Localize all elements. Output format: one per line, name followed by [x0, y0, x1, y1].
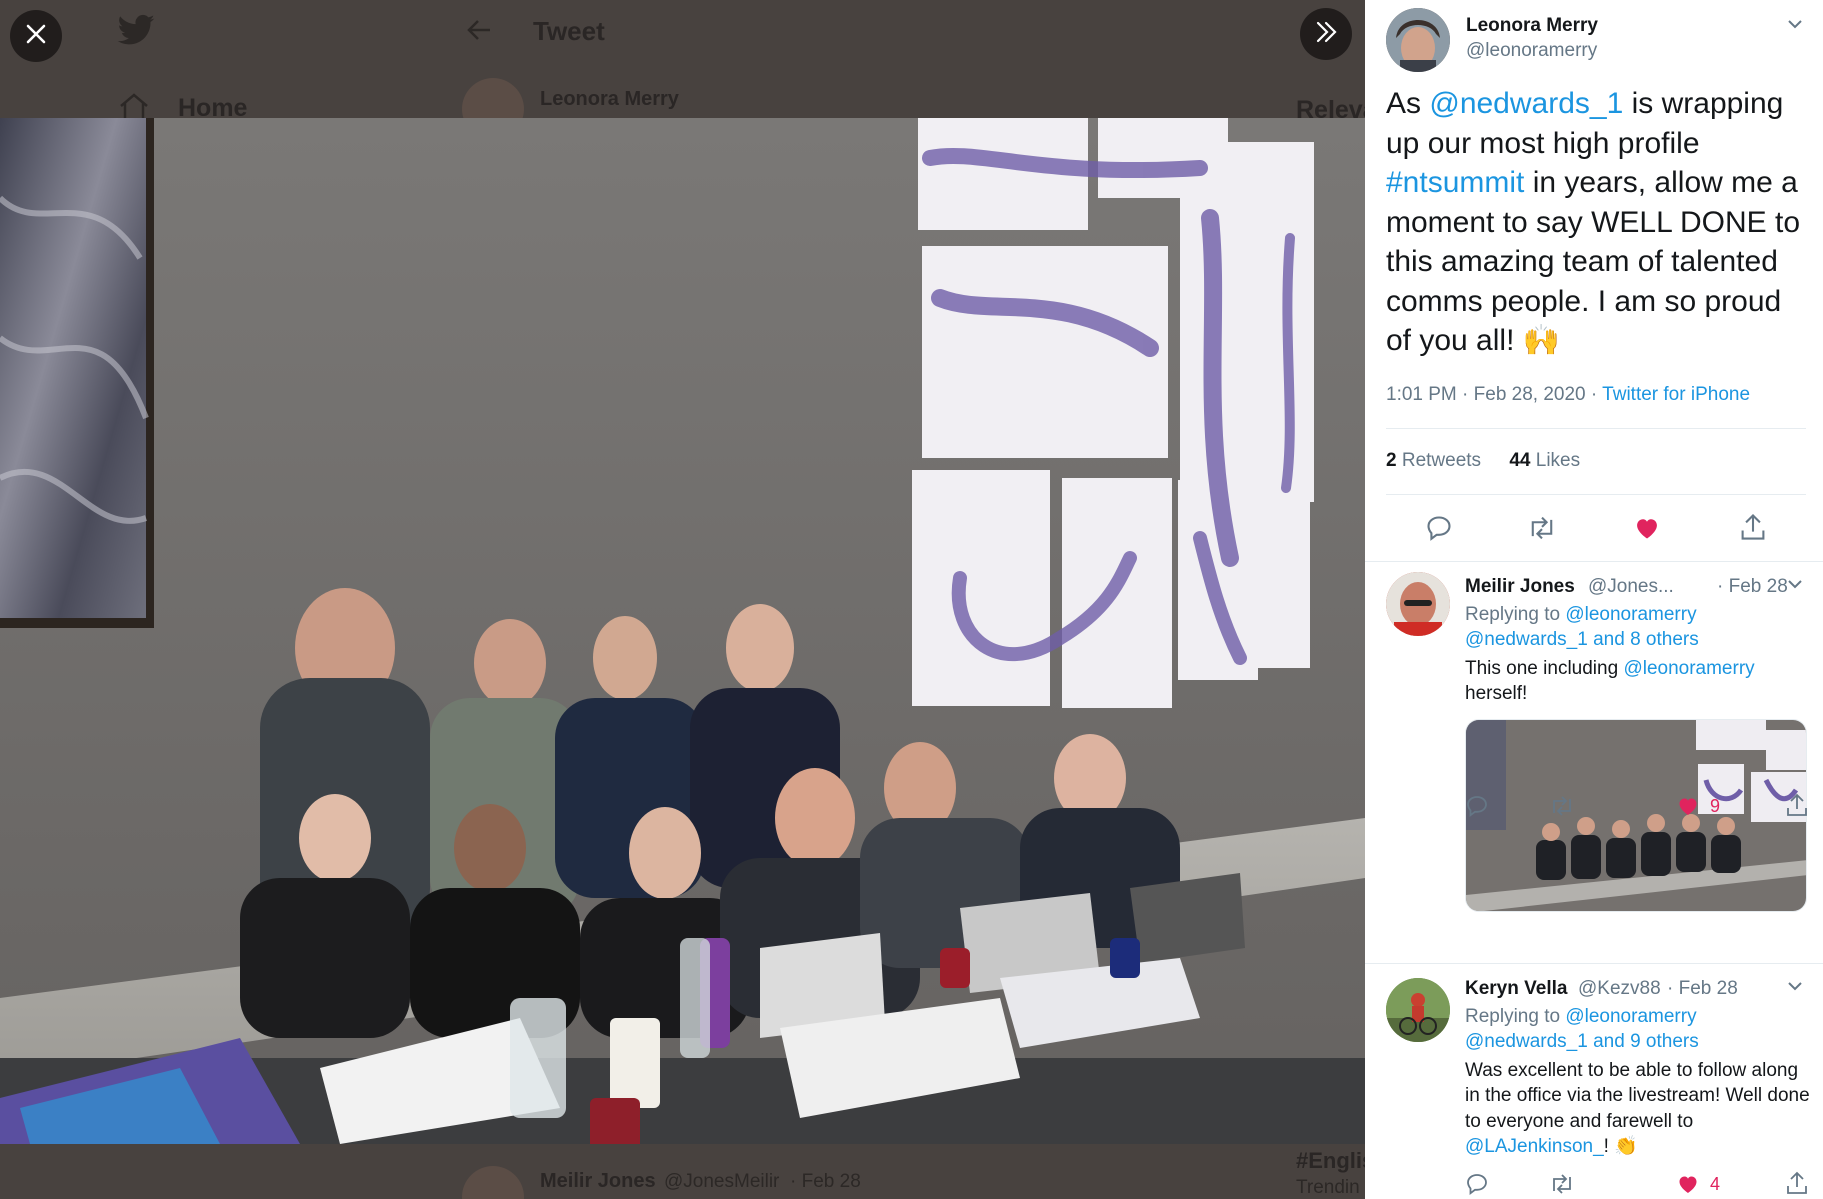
share-icon [1739, 512, 1767, 542]
author-avatar[interactable] [1386, 8, 1450, 72]
reply-media-thumbnail[interactable] [1465, 719, 1807, 912]
reply-icon [1465, 794, 1489, 818]
bg-reply-avatar [462, 1166, 524, 1199]
retweet-icon [1549, 1172, 1575, 1196]
reply-button[interactable] [1425, 514, 1453, 542]
tweet-stats: 2 Retweets 44 Likes [1386, 450, 1580, 472]
retweets-stat[interactable]: 2 Retweets [1386, 450, 1481, 471]
tweet-text-segment: As [1386, 87, 1430, 120]
reply-like-count: 4 [1710, 1173, 1721, 1194]
reply-like-count: 9 [1710, 795, 1721, 816]
reply-author-handle[interactable]: @Jones... [1588, 576, 1674, 598]
reply-avatar[interactable] [1386, 978, 1450, 1042]
bg-reply-handle: @JonesMeilir [664, 1171, 780, 1192]
tweet-text-link[interactable]: @nedwards_1 [1429, 87, 1623, 120]
reply-tweet[interactable]: Keryn Vella @Kezv88 · Feb 28 Replying to… [1365, 964, 1823, 1199]
reply-share-button[interactable] [1785, 792, 1809, 818]
reply-comment-button[interactable] [1465, 1172, 1489, 1196]
replying-to-prefix: Replying to [1465, 1006, 1566, 1027]
bg-author-name: Leonora Merry [540, 88, 679, 110]
tweet-timestamp: 1:01 PM · Feb 28, 2020 · Twitter for iPh… [1386, 384, 1750, 406]
tweet-source-link[interactable]: Twitter for iPhone [1602, 384, 1750, 405]
chevron-down-icon[interactable] [1785, 976, 1805, 996]
team-photo-illustration [0, 118, 1365, 1144]
like-button[interactable] [1633, 514, 1661, 542]
tweet-detail-panel: Leonora Merry @leonoramerry As @nedwards… [1365, 0, 1823, 1199]
reply-text-mention[interactable]: @LAJenkinson_ [1465, 1136, 1604, 1157]
bg-header-title: Tweet [533, 16, 605, 46]
likes-label: Likes [1535, 450, 1581, 471]
tweet-text: As @nedwards_1 is wrapping up our most h… [1386, 84, 1806, 361]
replying-to-user[interactable]: @leonoramerry [1565, 604, 1696, 625]
divider [1386, 494, 1806, 495]
back-arrow-icon [466, 18, 492, 47]
double-chevron-right-icon [1313, 20, 1339, 49]
share-icon [1785, 1170, 1809, 1196]
retweet-button[interactable] [1527, 514, 1557, 542]
heart-filled-icon [1676, 1172, 1700, 1196]
replying-to-others[interactable]: @nedwards_1 and 8 others [1465, 629, 1699, 650]
close-photo-button[interactable] [10, 10, 62, 62]
bg-reply-date: · Feb 28 [790, 1171, 861, 1192]
reply-text-mention[interactable]: @leonoramerry [1623, 658, 1754, 679]
reply-tweet[interactable]: Meilir Jones @Jones... · Feb 28 Replying… [1365, 562, 1823, 962]
replying-to-user[interactable]: @leonoramerry [1565, 1006, 1696, 1027]
reply-text-start: This one including [1465, 658, 1624, 679]
retweet-icon [1549, 794, 1575, 818]
reply-retweet-button[interactable] [1549, 1172, 1575, 1196]
divider [1386, 428, 1806, 429]
replying-to-others[interactable]: @nedwards_1 and 9 others [1465, 1031, 1699, 1052]
reply-text-end: herself! [1465, 683, 1528, 704]
tweet-time[interactable]: 1:01 PM · Feb 28, 2020 · [1386, 384, 1602, 405]
reply-like-button[interactable]: 9 [1676, 794, 1720, 818]
author-handle[interactable]: @leonoramerry [1466, 40, 1597, 62]
share-icon [1785, 792, 1809, 818]
retweets-count: 2 [1386, 450, 1397, 471]
reply-retweet-button[interactable] [1549, 794, 1575, 818]
collapse-panel-button[interactable] [1300, 8, 1352, 60]
reply-author-name[interactable]: Keryn Vella [1465, 978, 1567, 1000]
reply-text-start: Was excellent to be able to follow along… [1465, 1060, 1810, 1132]
tweet-text-link[interactable]: #ntsummit [1386, 166, 1524, 199]
tweet-photo[interactable] [0, 118, 1365, 1144]
reply-date[interactable]: · Feb 28 [1667, 978, 1738, 1000]
reply-icon [1425, 514, 1453, 542]
reply-avatar[interactable] [1386, 572, 1450, 636]
close-icon [25, 23, 47, 50]
likes-count: 44 [1509, 450, 1531, 471]
chevron-down-icon[interactable] [1785, 574, 1805, 594]
replying-to: Replying to @leonoramerry @nedwards_1 an… [1465, 602, 1805, 652]
retweets-label: Retweets [1401, 450, 1482, 471]
bg-trending-tag: #Englis [1296, 1148, 1365, 1173]
reply-text-end: ! 👏 [1603, 1135, 1638, 1157]
retweet-icon [1527, 514, 1557, 542]
replying-to-prefix: Replying to [1465, 604, 1566, 625]
twitter-logo-icon [116, 14, 156, 53]
reply-icon [1465, 1172, 1489, 1196]
reply-author-handle[interactable]: @Kezv88 [1578, 978, 1661, 1000]
replying-to: Replying to @leonoramerry @nedwards_1 an… [1465, 1004, 1805, 1054]
reply-comment-button[interactable] [1465, 794, 1489, 818]
reply-text: This one including @leonoramerry herself… [1465, 656, 1805, 706]
likes-stat[interactable]: 44 Likes [1509, 450, 1580, 471]
reply-author-name[interactable]: Meilir Jones [1465, 576, 1575, 598]
reply-like-button[interactable]: 4 [1676, 1172, 1720, 1196]
heart-filled-icon [1676, 794, 1700, 818]
share-button[interactable] [1739, 512, 1767, 542]
author-name[interactable]: Leonora Merry [1466, 15, 1598, 37]
reply-share-button[interactable] [1785, 1170, 1809, 1196]
reply-text: Was excellent to be able to follow along… [1465, 1058, 1815, 1159]
bg-trending-label: Trendin [1296, 1177, 1360, 1198]
reply-date[interactable]: · Feb 28 [1717, 576, 1788, 598]
bg-reply-author: Meilir Jones [540, 1170, 656, 1192]
chevron-down-icon[interactable] [1785, 14, 1805, 34]
heart-filled-icon [1633, 514, 1661, 542]
